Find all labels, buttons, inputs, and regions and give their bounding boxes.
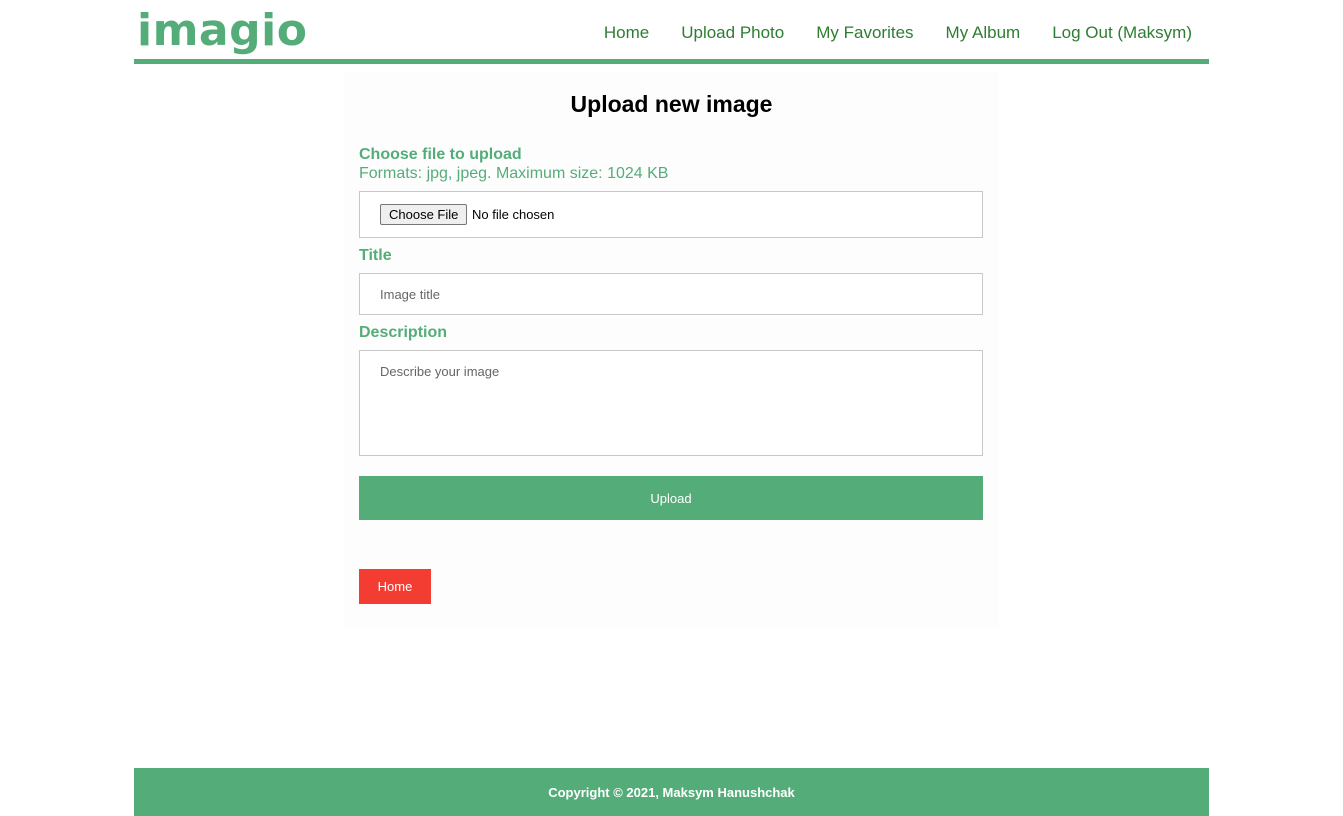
copyright-text: Copyright © 2021, Maksym Hanushchak <box>548 784 795 800</box>
title-label: Title <box>359 247 392 264</box>
file-format-hint: Formats: jpg, jpeg. Maximum size: 1024 K… <box>359 165 669 182</box>
home-button[interactable]: Home <box>359 569 431 604</box>
upload-button[interactable]: Upload <box>359 476 983 520</box>
description-textarea[interactable] <box>359 350 983 456</box>
nav-home[interactable]: Home <box>604 22 649 44</box>
title-input[interactable] <box>359 273 983 315</box>
nav-my-favorites[interactable]: My Favorites <box>816 22 913 44</box>
page-title: Upload new image <box>570 91 773 117</box>
upload-form-card: Upload new image Choose file to upload F… <box>344 72 999 628</box>
nav-my-album[interactable]: My Album <box>946 22 1021 44</box>
file-status: No file chosen <box>472 207 555 222</box>
upload-page: imagio Home Upload Photo My Favorites My… <box>0 0 1343 816</box>
nav-upload-photo[interactable]: Upload Photo <box>681 22 784 44</box>
main-nav: Home Upload Photo My Favorites My Album … <box>604 22 1192 44</box>
site-footer: Copyright © 2021, Maksym Hanushchak <box>134 768 1209 816</box>
logo[interactable]: imagio <box>137 5 307 57</box>
description-label: Description <box>359 324 448 341</box>
nav-log-out[interactable]: Log Out (Maksym) <box>1052 22 1192 44</box>
site-header: imagio Home Upload Photo My Favorites My… <box>134 0 1209 64</box>
choose-file-button[interactable]: Choose File <box>380 204 468 225</box>
file-label: Choose file to upload <box>359 146 522 163</box>
file-input-box[interactable]: Choose File No file chosen <box>359 191 983 238</box>
